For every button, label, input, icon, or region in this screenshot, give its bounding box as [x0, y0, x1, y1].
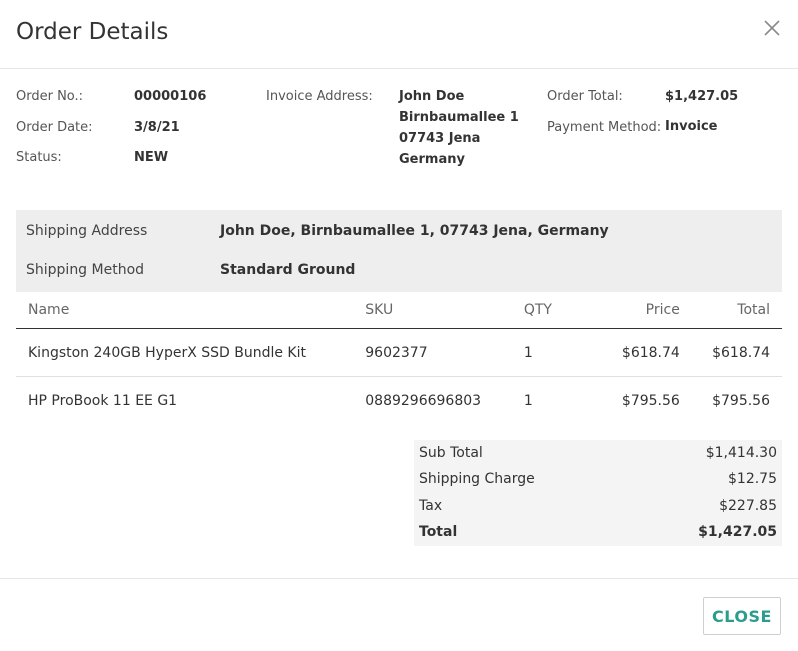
shipping-charge-label: Shipping Charge: [419, 471, 535, 487]
order-number: 00000106: [134, 89, 207, 104]
subtotal-label: Sub Total: [419, 445, 483, 461]
item-sku: 0889296696803: [365, 392, 482, 409]
subtotal-row: Sub Total $1,414.30: [414, 440, 782, 466]
dialog-title: Order Details: [16, 19, 169, 45]
table-row: HP ProBook 11 EE G1 0889296696803 1 $795…: [16, 377, 782, 425]
invoice-address-line: John Doe: [399, 89, 465, 104]
tax-value: $227.85: [719, 498, 777, 514]
table-header-row: Name SKU QTY Price Total: [16, 292, 782, 329]
order-date: 3/8/21: [134, 120, 180, 135]
column-header-qty: QTY: [523, 292, 578, 329]
dialog-header: Order Details: [0, 0, 798, 69]
invoice-address-line: 07743 Jena: [399, 131, 481, 146]
item-name: Kingston 240GB HyperX SSD Bundle Kit: [16, 328, 366, 377]
invoice-address-label: Invoice Address:: [266, 89, 373, 104]
order-date-label: Order Date:: [16, 120, 93, 135]
shipping-method-label: Shipping Method: [26, 262, 145, 278]
shipping-info: Shipping Address John Doe, Birnbaumallee…: [16, 210, 782, 292]
items-table: Name SKU QTY Price Total Kingston 240GB …: [16, 292, 782, 424]
item-total: $618.74: [679, 328, 782, 377]
dialog-footer: CLOSE: [0, 578, 798, 651]
invoice-address: John Doe Birnbaumallee 1 07743 Jena Germ…: [399, 86, 519, 170]
column-header-name: Name: [16, 292, 366, 329]
grand-total-value: $1,427.05: [698, 524, 777, 540]
tax-row: Tax $227.85: [414, 493, 782, 519]
item-qty: 1: [523, 328, 578, 377]
column-header-sku: SKU: [365, 292, 524, 329]
item-sku: 9602377: [365, 328, 524, 377]
order-number-label: Order No.:: [16, 89, 84, 104]
order-status: NEW: [134, 150, 169, 165]
tax-label: Tax: [419, 498, 443, 514]
grand-total-row: Total $1,427.05: [414, 519, 782, 545]
payment-method-label: Payment Method:: [547, 120, 662, 135]
shipping-charge-row: Shipping Charge $12.75: [414, 466, 782, 492]
order-total-label: Order Total:: [547, 89, 623, 104]
subtotal-value: $1,414.30: [705, 445, 777, 461]
column-header-price: Price: [577, 292, 680, 329]
item-total: $795.56: [712, 392, 770, 409]
column-header-total: Total: [679, 292, 782, 329]
shipping-method: Standard Ground: [220, 262, 356, 278]
table-row: Kingston 240GB HyperX SSD Bundle Kit 960…: [16, 328, 782, 377]
item-qty: 1: [523, 392, 533, 409]
item-price: $618.74: [577, 328, 680, 377]
grand-total-label: Total: [419, 524, 458, 540]
shipping-charge-value: $12.75: [728, 471, 777, 487]
invoice-address-line: Birnbaumallee 1: [399, 110, 519, 125]
invoice-address-line: Germany: [399, 152, 465, 167]
close-icon[interactable]: [760, 16, 784, 40]
order-summary: Sub Total $1,414.30 Shipping Charge $12.…: [414, 440, 782, 546]
order-status-label: Status:: [16, 150, 62, 165]
shipping-address: John Doe, Birnbaumallee 1, 07743 Jena, G…: [220, 223, 609, 239]
shipping-address-label: Shipping Address: [26, 223, 148, 239]
order-details-dialog: Order Details Order No.: 00000106 Order …: [0, 0, 798, 651]
close-button[interactable]: CLOSE: [703, 597, 781, 635]
item-name: HP ProBook 11 EE G1: [28, 392, 178, 409]
order-total: $1,427.05: [665, 89, 739, 104]
payment-method: Invoice: [665, 119, 718, 134]
item-price: $795.56: [621, 392, 680, 409]
